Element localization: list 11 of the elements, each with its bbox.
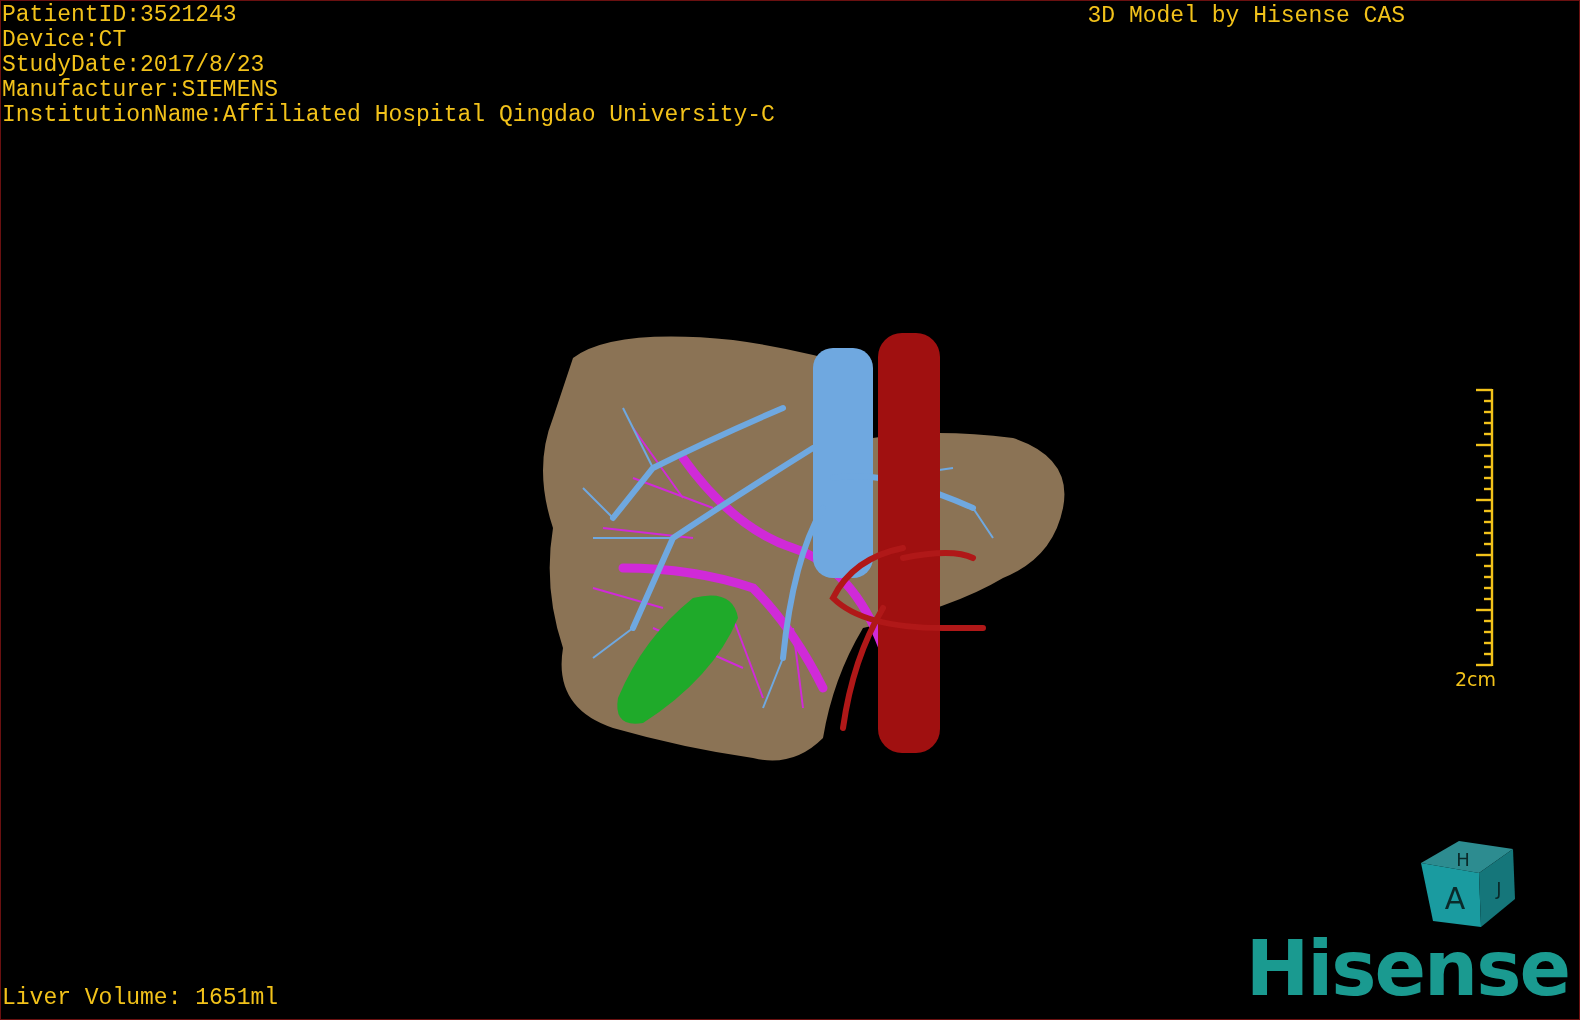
viewer-title: 3D Model by Hisense CAS: [1087, 2, 1406, 29]
study-info-text: Manufacturer:SIEMENS: [2, 78, 280, 103]
study-info-text: Device:CT: [2, 28, 128, 53]
study-info-text: PatientID:3521243: [2, 3, 238, 28]
liver-volume-text: Liver Volume: 1651ml: [1, 986, 280, 1013]
brand-logo: Hisense: [1245, 933, 1569, 1005]
study-info-text: StudyDate:2017/8/23: [2, 53, 266, 78]
study-info-text: InstitutionName:Affiliated Hospital Qingdao University-C: [2, 103, 776, 128]
orientation-cube-drawing: H A J: [1419, 833, 1519, 929]
scale-bar-label: 2cm: [1454, 668, 1496, 690]
scale-bar-ruler-icon: [1476, 388, 1494, 668]
